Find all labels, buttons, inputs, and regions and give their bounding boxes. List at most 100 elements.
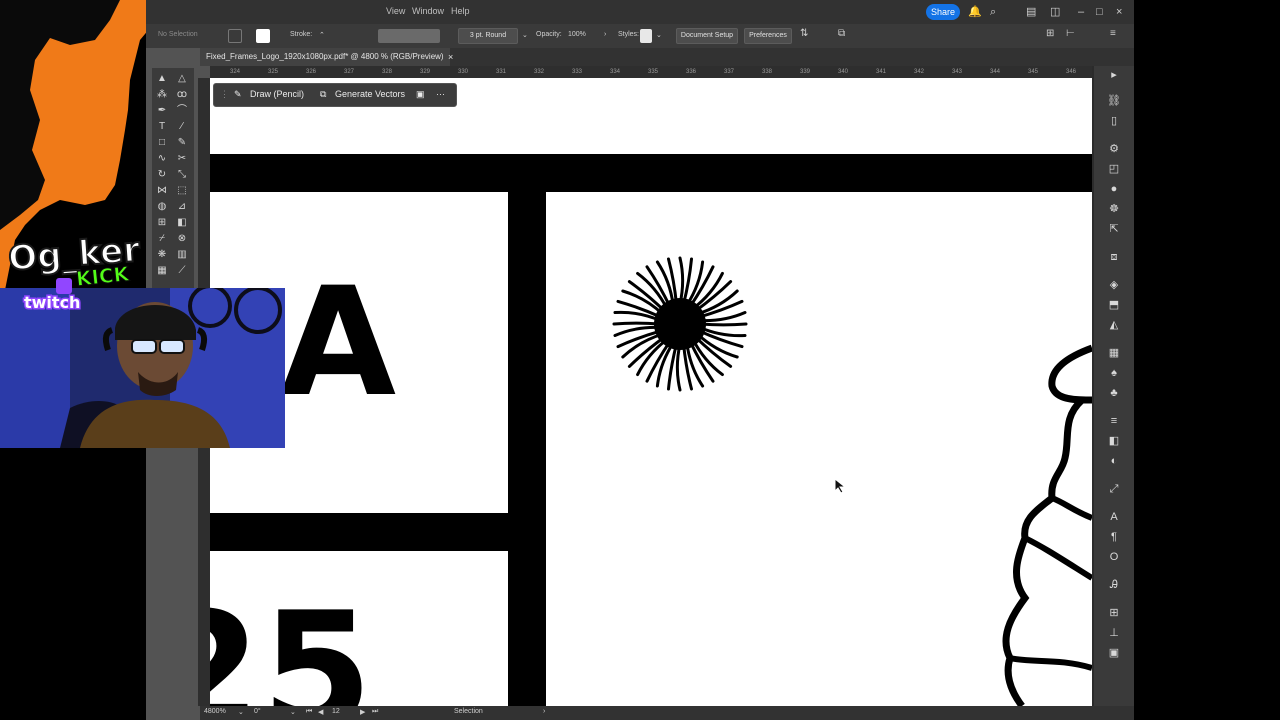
brushes-icon[interactable]: ☸ bbox=[1107, 202, 1121, 216]
chevron-down-icon[interactable]: ⌄ bbox=[522, 31, 528, 39]
chevron-right-icon[interactable]: › bbox=[604, 31, 606, 38]
first-artboard-icon[interactable]: ⏮ bbox=[306, 708, 312, 716]
rectangle-tool-icon[interactable]: □ bbox=[154, 136, 170, 150]
menu-view[interactable]: View bbox=[386, 6, 405, 16]
chevron-down-icon[interactable]: ⌄ bbox=[656, 31, 662, 39]
menu-window[interactable]: Window bbox=[412, 6, 444, 16]
symbols-icon[interactable]: ♠ bbox=[1107, 366, 1121, 380]
scissors-tool-icon[interactable]: ✂ bbox=[174, 152, 190, 166]
chevron-down-icon[interactable]: ⌄ bbox=[290, 708, 296, 716]
paintbrush-tool-icon[interactable]: ✎ bbox=[174, 136, 190, 150]
transform-icon[interactable]: ⊢ bbox=[1066, 28, 1075, 39]
align-icon[interactable]: ⊥ bbox=[1107, 626, 1121, 640]
paragraph-icon[interactable]: ¶ bbox=[1107, 530, 1121, 544]
perspective-grid-tool-icon[interactable]: ⊿ bbox=[174, 200, 190, 214]
generate-vectors-button[interactable]: Generate Vectors bbox=[335, 89, 405, 99]
stroke-stepper-icon[interactable]: ⌃ bbox=[319, 31, 325, 39]
artboard-number[interactable]: 12 bbox=[332, 708, 340, 715]
blend-tool-icon[interactable]: ⊗ bbox=[174, 232, 190, 246]
close-window-icon[interactable]: × bbox=[1116, 5, 1122, 19]
stroke-icon[interactable]: ≡ bbox=[1107, 414, 1121, 428]
arrange-icon[interactable]: ⇅ bbox=[800, 28, 808, 39]
color-icon[interactable]: ● bbox=[1107, 182, 1121, 196]
gradient-tool-icon[interactable]: ◧ bbox=[174, 216, 190, 230]
minimize-icon[interactable]: – bbox=[1078, 5, 1084, 19]
width-tool-icon[interactable]: ⋈ bbox=[154, 184, 170, 198]
chevron-down-icon[interactable]: ⌄ bbox=[238, 708, 244, 716]
artboards-icon[interactable]: ⧈ bbox=[1107, 250, 1121, 264]
share-button[interactable]: Share bbox=[926, 4, 960, 20]
control-menu-icon[interactable]: ≡ bbox=[1110, 28, 1116, 39]
last-artboard-icon[interactable]: ⏭ bbox=[372, 708, 378, 716]
stroke-swatch[interactable] bbox=[256, 29, 270, 43]
graphic-style-swatch[interactable] bbox=[640, 29, 652, 43]
libraries-icon[interactable]: ◰ bbox=[1107, 162, 1121, 176]
graphic-styles-icon[interactable]: ♣ bbox=[1107, 386, 1121, 400]
glyphs-icon[interactable]: Ꭿ bbox=[1107, 578, 1121, 592]
document-info-icon[interactable]: ▯ bbox=[1107, 114, 1121, 128]
symbol-sprayer-tool-icon[interactable]: ❋ bbox=[154, 248, 170, 262]
bell-icon[interactable]: 🔔 bbox=[968, 5, 982, 19]
preferences-button[interactable]: Preferences bbox=[744, 28, 792, 44]
mesh-tool-icon[interactable]: ⊞ bbox=[154, 216, 170, 230]
layers-icon[interactable]: ◈ bbox=[1107, 278, 1121, 292]
brush-dropdown[interactable]: 3 pt. Round bbox=[458, 28, 518, 44]
align-icon[interactable]: ⊞ bbox=[1046, 28, 1054, 39]
stroke-weight-field[interactable] bbox=[378, 29, 440, 43]
eyedropper-tool-icon[interactable]: ⌿ bbox=[154, 232, 170, 246]
document-tab[interactable]: Fixed_Frames_Logo_1920x1080px.pdf* @ 480… bbox=[200, 48, 450, 66]
transparency-icon[interactable]: ◐ bbox=[1107, 454, 1121, 468]
artboard-canvas[interactable]: A 25 bbox=[210, 78, 1092, 706]
scale-tool-icon[interactable]: ⤡ bbox=[174, 168, 190, 182]
workspace-icon[interactable]: ◫ bbox=[1050, 5, 1060, 19]
opacity-value[interactable]: 100% bbox=[568, 31, 586, 38]
navigator-icon[interactable]: ▣ bbox=[1107, 646, 1121, 660]
rotation-value[interactable]: 0° bbox=[254, 708, 261, 715]
artboard-tool-icon[interactable]: ▦ bbox=[154, 264, 170, 278]
chevron-right-icon[interactable]: › bbox=[543, 708, 545, 715]
fill-swatch[interactable] bbox=[228, 29, 242, 43]
slice-tool-icon[interactable]: ⟋ bbox=[174, 264, 190, 278]
lasso-tool-icon[interactable]: ꝏ bbox=[174, 88, 190, 102]
appearance-icon[interactable]: ⚙ bbox=[1107, 142, 1121, 156]
maximize-icon[interactable]: □ bbox=[1096, 5, 1103, 19]
draw-pencil-button[interactable]: Draw (Pencil) bbox=[250, 89, 304, 99]
column-graph-tool-icon[interactable]: ▥ bbox=[174, 248, 190, 262]
drag-handle-icon[interactable]: ⋮ bbox=[220, 89, 229, 100]
asset-export-icon[interactable]: ⬒ bbox=[1107, 298, 1121, 312]
magic-wand-tool-icon[interactable]: ⁂ bbox=[154, 88, 170, 102]
shaper-tool-icon[interactable]: ∿ bbox=[154, 152, 170, 166]
menu-help[interactable]: Help bbox=[451, 6, 470, 16]
search-icon[interactable]: ⌕ bbox=[990, 5, 996, 19]
character-icon[interactable]: A bbox=[1107, 510, 1121, 524]
export-icon[interactable]: ⧉ bbox=[838, 28, 845, 39]
zoom-level[interactable]: 4800% bbox=[204, 708, 226, 715]
selection-tool-icon[interactable]: ▲ bbox=[154, 72, 170, 86]
export-icon[interactable]: ⇱ bbox=[1107, 222, 1121, 236]
image-icon[interactable]: ▣ bbox=[416, 89, 425, 100]
direct-selection-tool-icon[interactable]: △ bbox=[174, 72, 190, 86]
free-transform-tool-icon[interactable]: ⬚ bbox=[174, 184, 190, 198]
line-tool-icon[interactable]: ∕ bbox=[174, 120, 190, 134]
frame-bar-vertical bbox=[508, 154, 546, 706]
rotate-tool-icon[interactable]: ↻ bbox=[154, 168, 170, 182]
swatches-icon[interactable]: ▦ bbox=[1107, 346, 1121, 360]
transform-icon[interactable]: ⤢ bbox=[1107, 482, 1121, 496]
pen-tool-icon[interactable]: ✒ bbox=[154, 104, 170, 118]
shape-builder-tool-icon[interactable]: ◍ bbox=[154, 200, 170, 214]
current-tool: Selection bbox=[454, 708, 483, 715]
more-options-button[interactable]: ··· bbox=[436, 89, 445, 99]
gradient-icon[interactable]: ◧ bbox=[1107, 434, 1121, 448]
document-setup-button[interactable]: Document Setup bbox=[676, 28, 738, 44]
links-icon[interactable]: ⛓ bbox=[1107, 94, 1121, 108]
curvature-tool-icon[interactable]: ⌒ bbox=[174, 104, 190, 118]
next-artboard-icon[interactable]: ▶ bbox=[360, 708, 365, 716]
opentype-icon[interactable]: O bbox=[1107, 550, 1121, 564]
arrange-documents-icon[interactable]: ▤ bbox=[1026, 5, 1036, 19]
previous-artboard-icon[interactable]: ◀ bbox=[318, 708, 323, 716]
image-trace-icon[interactable]: ◭ bbox=[1107, 318, 1121, 332]
collapse-panels-icon[interactable]: ▸ bbox=[1107, 68, 1121, 82]
type-tool-icon[interactable]: T bbox=[154, 120, 170, 134]
pathfinder-icon[interactable]: ⊞ bbox=[1107, 606, 1121, 620]
close-icon[interactable]: × bbox=[448, 48, 453, 66]
